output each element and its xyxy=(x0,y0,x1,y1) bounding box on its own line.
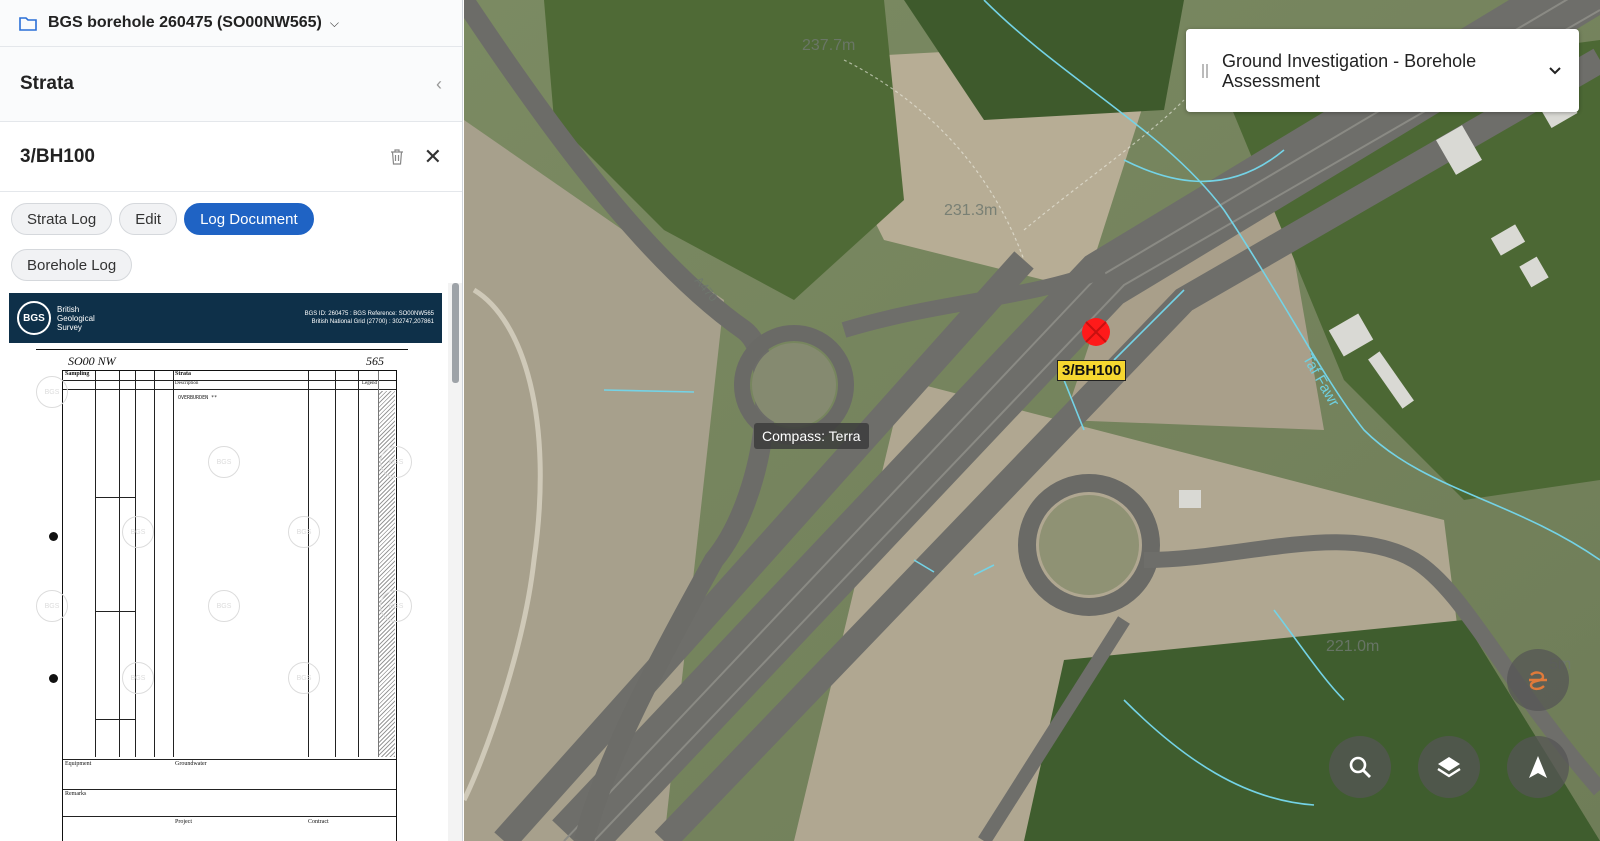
tab-borehole-log[interactable]: Borehole Log xyxy=(11,249,133,281)
hole-punch xyxy=(49,532,58,541)
bgs-logo: BGS xyxy=(17,301,51,335)
remarks-label: Remarks xyxy=(65,791,87,797)
sheet-number: 565 xyxy=(366,354,384,368)
watermark-icon: BGS xyxy=(122,516,154,548)
bgs-meta: BGS ID: 260475 : BGS Reference: SO00NW56… xyxy=(304,311,434,325)
bgs-banner: BGS British Geological Survey BGS ID: 26… xyxy=(9,293,442,343)
watermark-icon: BGS xyxy=(122,662,154,694)
bgs-name: British Geological Survey xyxy=(57,304,95,332)
project-title: BGS borehole 260475 (SO00NW565) xyxy=(48,14,322,31)
tab-bar: Strata Log Edit Log Document Borehole Lo… xyxy=(0,192,462,284)
layer-selector[interactable]: Ground Investigation - Borehole Assessme… xyxy=(1186,29,1579,112)
borehole-header: 3/BH100 ✕ xyxy=(0,122,462,192)
scale-button[interactable] xyxy=(1507,649,1569,711)
chevron-left-icon[interactable]: ‹ xyxy=(436,74,442,95)
log-document-viewer[interactable]: BGS British Geological Survey BGS ID: 26… xyxy=(0,283,462,841)
tab-log-document[interactable]: Log Document xyxy=(184,203,314,235)
search-button[interactable] xyxy=(1329,736,1391,798)
terra-logo-icon xyxy=(1529,671,1547,691)
watermark-icon: BGS xyxy=(380,590,412,622)
watermark-icon: BGS xyxy=(208,590,240,622)
scrollbar-thumb[interactable] xyxy=(452,283,459,383)
contour-label: 231.3m xyxy=(944,202,998,219)
groundwater-label: Groundwater xyxy=(175,761,207,767)
trash-icon[interactable] xyxy=(390,148,404,165)
navigation-arrow-icon xyxy=(1529,756,1547,778)
overburden-text: OVERBURDEN ** xyxy=(178,395,218,401)
project-selector[interactable]: BGS borehole 260475 (SO00NW565) ⌵ xyxy=(0,0,462,47)
layers-button[interactable] xyxy=(1418,736,1480,798)
borehole-marker[interactable] xyxy=(1080,316,1112,348)
chevron-down-icon[interactable] xyxy=(1549,66,1561,75)
col-strata: Strata xyxy=(175,371,191,377)
contract-label: Contract xyxy=(308,819,329,825)
project-label: Project xyxy=(175,819,192,825)
watermark-icon: BGS xyxy=(380,446,412,478)
locate-button[interactable] xyxy=(1507,736,1569,798)
borehole-label[interactable]: 3/BH100 xyxy=(1057,360,1127,381)
col-legend: Legend xyxy=(362,381,377,386)
equipment-label: Equipment xyxy=(65,761,92,767)
contour-label: 237.7m xyxy=(802,37,856,54)
sheet-reference: SO00 NW xyxy=(68,354,116,368)
chevron-down-icon: ⌵ xyxy=(329,15,339,30)
compass-tooltip: Compass: Terra xyxy=(754,423,869,449)
satellite-imagery xyxy=(464,0,1600,841)
side-panel: BGS borehole 260475 (SO00NW565) ⌵ Strata… xyxy=(0,0,463,841)
log-sheet-scan: SO00 NW 565 Sampling Strata Description … xyxy=(36,349,412,841)
contour-label: 221.0m xyxy=(1326,638,1380,655)
tab-strata-log[interactable]: Strata Log xyxy=(11,203,113,235)
watermark-icon: BGS xyxy=(208,446,240,478)
layer-title: Ground Investigation - Borehole Assessme… xyxy=(1222,50,1477,91)
col-description: Description xyxy=(175,381,199,386)
strata-header: Strata ‹ xyxy=(0,47,462,122)
layers-icon xyxy=(1437,757,1461,778)
strata-title: Strata xyxy=(20,73,74,94)
tab-edit[interactable]: Edit xyxy=(119,203,178,235)
watermark-icon: BGS xyxy=(288,662,320,694)
borehole-id: 3/BH100 xyxy=(20,145,95,167)
map-view[interactable]: 237.7m 231.3m 221.0m 5m A470 Taf Fawr xyxy=(464,0,1600,841)
watermark-icon: BGS xyxy=(288,516,320,548)
col-sampling: Sampling xyxy=(65,371,90,377)
folder-icon xyxy=(19,16,37,31)
close-icon[interactable]: ✕ xyxy=(424,145,442,168)
watermark-icon: BGS xyxy=(36,376,68,408)
hole-punch xyxy=(49,674,58,683)
watermark-icon: BGS xyxy=(36,590,68,622)
search-icon xyxy=(1349,756,1371,778)
drag-handle-icon[interactable] xyxy=(1202,63,1208,78)
